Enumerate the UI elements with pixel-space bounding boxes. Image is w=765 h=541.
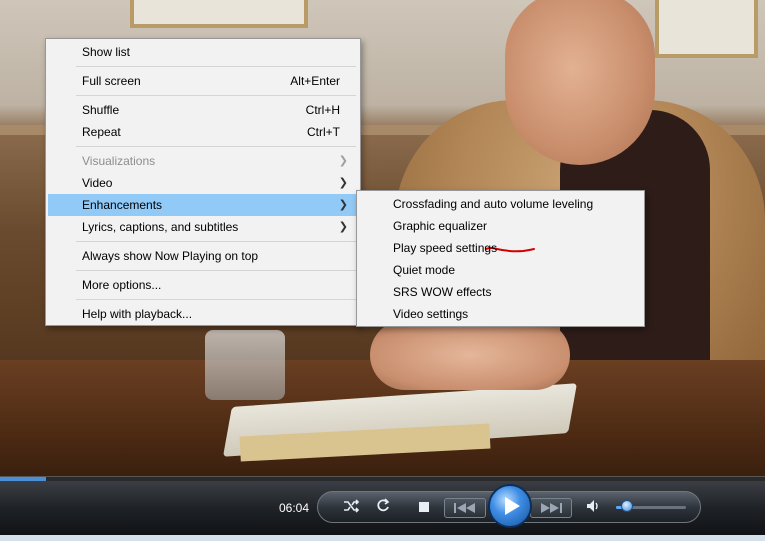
menu-separator [76,270,356,271]
menu-item-label: Crossfading and auto volume leveling [393,197,594,211]
shuffle-icon[interactable] [340,498,362,518]
picture-frame [130,0,308,28]
menu-item-label: Graphic equalizer [393,219,488,233]
menu-item-enhancements[interactable]: Enhancements ❯ [48,194,358,216]
menu-item-label: Help with playback... [82,307,193,321]
chevron-right-icon: ❯ [338,199,348,211]
chevron-right-icon: ❯ [338,177,348,189]
menu-item-label: Lyrics, captions, and subtitles [82,220,239,234]
menu-item-help-playback[interactable]: Help with playback... [48,303,358,325]
enhancements-submenu: Crossfading and auto volume leveling Gra… [356,190,645,327]
menu-item-shortcut: Alt+Enter [290,74,340,88]
submenu-item-graphic-equalizer[interactable]: Graphic equalizer [359,215,642,253]
previous-button[interactable] [444,498,486,518]
menu-item-more-options[interactable]: More options... [48,274,358,296]
glass [205,330,285,400]
context-menu: Show list Full screen Alt+Enter Shuffle … [45,38,361,326]
menu-separator [76,241,356,242]
person-hands [370,320,570,390]
menu-item-label: Video [82,176,113,190]
menu-item-label: Full screen [82,74,141,88]
previous-icon [454,503,475,513]
repeat-icon[interactable] [372,498,394,518]
menu-item-label: SRS WOW effects [393,285,492,299]
menu-item-show-list[interactable]: Show list [48,41,358,63]
menu-item-label: Always show Now Playing on top [82,249,259,263]
submenu-item-play-speed[interactable]: Play speed settings [359,237,642,259]
chevron-right-icon: ❯ [338,221,348,233]
window-bottom-edge [0,535,765,541]
menu-item-full-screen[interactable]: Full screen Alt+Enter [48,70,358,92]
submenu-item-srs-wow[interactable]: SRS WOW effects [359,281,642,303]
menu-item-label: Show list [82,45,131,59]
submenu-item-video-settings[interactable]: Video settings [359,303,642,325]
volume-slider-thumb[interactable] [621,500,633,512]
menu-separator [76,95,356,96]
menu-item-lyrics-captions-subtitles[interactable]: Lyrics, captions, and subtitles ❯ [48,216,358,238]
menu-item-label: Repeat [82,125,121,139]
menu-item-shuffle[interactable]: Shuffle Ctrl+H [48,99,358,121]
stop-icon[interactable] [413,498,435,518]
submenu-item-crossfading[interactable]: Crossfading and auto volume leveling [359,193,642,215]
play-button[interactable] [488,484,532,528]
speaker-icon[interactable] [582,498,604,518]
menu-item-repeat[interactable]: Repeat Ctrl+T [48,121,358,143]
menu-item-label: Visualizations [82,154,156,168]
player-controls: 06:04 [0,481,765,541]
menu-item-visualizations: Visualizations ❯ [48,150,358,172]
play-icon [505,497,520,515]
elapsed-time: 06:04 [279,501,310,515]
menu-item-label: Play speed settings [393,241,498,255]
menu-item-label: Enhancements [82,198,163,212]
certificate-frame [655,0,758,58]
menu-item-shortcut: Ctrl+T [307,125,340,139]
menu-separator [76,66,356,67]
menu-separator [76,146,356,147]
menu-item-label: Quiet mode [393,263,456,277]
menu-item-video[interactable]: Video ❯ [48,172,358,194]
menu-item-shortcut: Ctrl+H [305,103,340,117]
next-button[interactable] [530,498,572,518]
menu-item-label: Video settings [393,307,469,321]
menu-item-always-on-top[interactable]: Always show Now Playing on top [48,245,358,267]
person-head [505,0,655,165]
submenu-item-quiet-mode[interactable]: Quiet mode [359,259,642,281]
menu-item-label: Shuffle [82,103,120,117]
chevron-right-icon: ❯ [338,155,348,167]
menu-item-label: More options... [82,278,162,292]
menu-separator [76,299,356,300]
next-icon [541,503,562,513]
